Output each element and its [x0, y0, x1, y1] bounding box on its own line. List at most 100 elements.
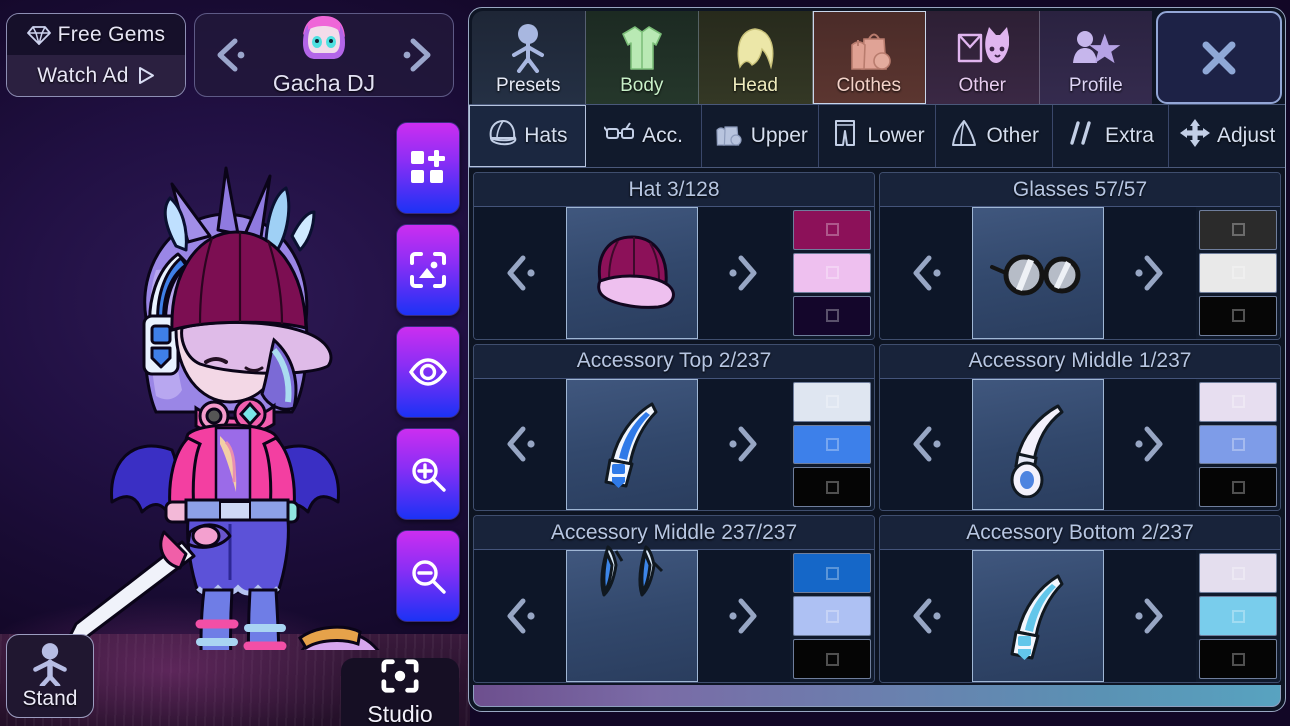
character-avatar-group: Gacha DJ: [251, 13, 397, 97]
stand-button[interactable]: Stand: [6, 634, 94, 718]
character-name: Gacha DJ: [272, 70, 376, 96]
subtab-label: Lower: [867, 124, 925, 147]
item-preview[interactable]: [972, 207, 1104, 339]
swatch-3[interactable]: [1199, 639, 1277, 679]
swatch-1[interactable]: [1199, 553, 1277, 594]
swatch-3[interactable]: [793, 295, 871, 336]
swatch-1[interactable]: [793, 210, 871, 250]
item-next-button[interactable]: [698, 378, 790, 511]
studio-button[interactable]: Studio: [341, 658, 459, 726]
item-prev-button[interactable]: [880, 378, 972, 511]
round-glasses-icon: [990, 254, 1081, 296]
swatch-2[interactable]: [793, 596, 871, 637]
envelope-cat-icon: [955, 21, 1010, 73]
focus-frame-icon: [378, 657, 422, 700]
subtab-label: Acc.: [642, 124, 683, 147]
swatch-2[interactable]: [793, 424, 871, 465]
tab-clothes[interactable]: Clothes: [812, 11, 926, 104]
item-card-glasses: Glasses 57/57: [879, 172, 1281, 340]
item-grid: Hat 3/128 Glasses 57/57 Accessory Top 2/…: [469, 168, 1285, 683]
item-next-button[interactable]: [1104, 550, 1196, 682]
character-prev-button[interactable]: [209, 32, 251, 78]
color-swatches: [1196, 378, 1280, 511]
subtab-adjust[interactable]: Adjust: [1169, 105, 1285, 167]
app-root: Free Gems Watch Ad Gacha DJ Stand Studio…: [0, 0, 1290, 726]
shopping-bags-icon: [842, 21, 896, 73]
swatch-1[interactable]: [1199, 210, 1277, 250]
item-prev-button[interactable]: [880, 550, 972, 682]
preview-toggle-button[interactable]: [396, 326, 460, 418]
item-preview[interactable]: [972, 550, 1104, 682]
swatch-2[interactable]: [1199, 252, 1277, 293]
item-prev-button[interactable]: [474, 550, 566, 682]
swatch-3[interactable]: [1199, 295, 1277, 336]
watch-ad-row[interactable]: Watch Ad: [7, 55, 185, 96]
swatch-3[interactable]: [793, 639, 871, 679]
subtab-label: Adjust: [1216, 124, 1276, 147]
item-next-button[interactable]: [1104, 378, 1196, 511]
color-swatches: [790, 550, 874, 682]
free-gems-row[interactable]: Free Gems: [7, 14, 185, 55]
free-gems-button[interactable]: Free Gems Watch Ad: [6, 13, 186, 97]
item-preview[interactable]: [566, 378, 698, 511]
panel-bottom-strip: [473, 685, 1281, 707]
swatch-1[interactable]: [793, 381, 871, 422]
swatch-3[interactable]: [793, 467, 871, 508]
character-selector[interactable]: Gacha DJ: [194, 13, 454, 97]
swatch-1[interactable]: [1199, 381, 1277, 422]
swatch-2[interactable]: [1199, 596, 1277, 637]
item-card-accessory-middle-237: Accessory Middle 237/237: [473, 515, 875, 683]
card-title: Hat 3/128: [474, 173, 874, 207]
free-gems-label: Free Gems: [57, 22, 166, 46]
tab-presets[interactable]: Presets: [472, 11, 586, 104]
zoom-in-button[interactable]: [396, 428, 460, 520]
item-preview[interactable]: [566, 545, 698, 682]
subtab-label: Other: [986, 124, 1039, 147]
item-next-button[interactable]: [698, 550, 790, 682]
background-button[interactable]: [396, 224, 460, 316]
color-swatches: [790, 378, 874, 511]
character-next-button[interactable]: [397, 32, 439, 78]
hair-icon: [728, 21, 782, 73]
tab-profile[interactable]: Profile: [1039, 11, 1152, 104]
swatch-3[interactable]: [1199, 467, 1277, 508]
item-preview[interactable]: [566, 207, 698, 339]
color-swatches: [1196, 207, 1280, 339]
item-next-button[interactable]: [698, 207, 790, 339]
close-button[interactable]: [1156, 11, 1282, 104]
baseball-cap-icon: [597, 235, 675, 309]
play-icon: [136, 66, 155, 85]
subtab-label: Extra: [1104, 124, 1154, 147]
item-prev-button[interactable]: [474, 378, 566, 511]
subtab-hats[interactable]: Hats: [469, 105, 586, 167]
subtab-extra[interactable]: Extra: [1053, 105, 1170, 167]
pants-icon: [829, 118, 861, 154]
subtab-bar: Hats Acc. Upper Lower Other Extra Adjust: [469, 104, 1285, 168]
zoom-out-button[interactable]: [396, 530, 460, 622]
person-star-icon: [1069, 21, 1123, 73]
tab-label: Profile: [1068, 75, 1123, 96]
add-preset-button[interactable]: [396, 122, 460, 214]
item-preview[interactable]: [972, 378, 1104, 511]
tab-head[interactable]: Head: [699, 11, 813, 104]
curved-blade-icon: [1010, 574, 1064, 661]
stand-label: Stand: [22, 686, 78, 710]
item-prev-button[interactable]: [880, 207, 972, 339]
swatch-2[interactable]: [793, 252, 871, 293]
item-prev-button[interactable]: [474, 207, 566, 339]
tab-body[interactable]: Body: [585, 11, 699, 104]
card-title: Accessory Middle 1/237: [880, 344, 1280, 379]
tab-label: Head: [732, 75, 778, 96]
subtab-acc[interactable]: Acc.: [586, 105, 703, 167]
subtab-other[interactable]: Other: [936, 105, 1053, 167]
character-preview[interactable]: [60, 150, 390, 726]
stick-figure-icon: [30, 642, 70, 691]
tab-label: Body: [620, 75, 664, 96]
subtab-lower[interactable]: Lower: [819, 105, 936, 167]
subtab-upper[interactable]: Upper: [702, 105, 820, 167]
item-card-accessory-bottom: Accessory Bottom 2/237: [879, 515, 1281, 683]
tab-other[interactable]: Other: [926, 11, 1040, 104]
swatch-1[interactable]: [793, 553, 871, 594]
swatch-2[interactable]: [1199, 424, 1277, 465]
item-next-button[interactable]: [1104, 207, 1196, 339]
